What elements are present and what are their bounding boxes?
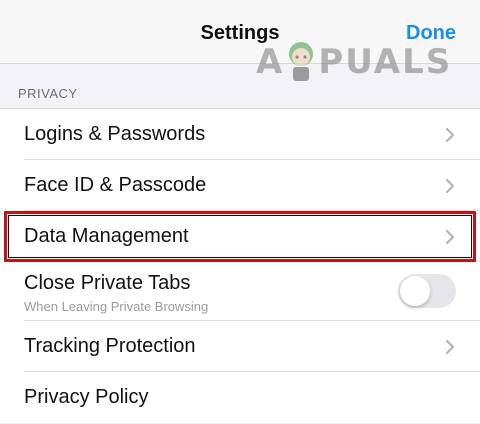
data-management-row[interactable]: Data Management	[0, 211, 480, 262]
navigation-bar: Settings Done	[0, 0, 480, 64]
toggle-knob	[400, 276, 430, 306]
chevron-right-icon	[445, 229, 455, 245]
privacy-settings-list: Logins & Passwords Face ID & Passcode Da…	[0, 108, 480, 423]
face-id-passcode-row[interactable]: Face ID & Passcode	[0, 160, 480, 211]
chevron-right-icon	[445, 178, 455, 194]
logins-passwords-row[interactable]: Logins & Passwords	[0, 109, 480, 160]
tracking-protection-row[interactable]: Tracking Protection	[0, 321, 480, 372]
row-label: Logins & Passwords	[24, 123, 206, 145]
close-private-tabs-row: Close Private Tabs When Leaving Private …	[0, 262, 480, 321]
privacy-policy-row[interactable]: Privacy Policy	[0, 372, 480, 423]
row-label: Privacy Policy	[24, 386, 149, 408]
row-label: Tracking Protection	[24, 335, 196, 357]
chevron-right-icon	[445, 339, 455, 355]
chevron-right-icon	[445, 127, 455, 143]
row-label: Data Management	[24, 225, 189, 247]
row-label: Face ID & Passcode	[24, 174, 207, 196]
row-sublabel: When Leaving Private Browsing	[24, 299, 209, 314]
done-button[interactable]: Done	[406, 22, 456, 45]
row-label: Close Private Tabs	[24, 272, 191, 294]
close-private-tabs-toggle[interactable]	[398, 274, 456, 308]
section-header-privacy: PRIVACY	[18, 86, 78, 101]
